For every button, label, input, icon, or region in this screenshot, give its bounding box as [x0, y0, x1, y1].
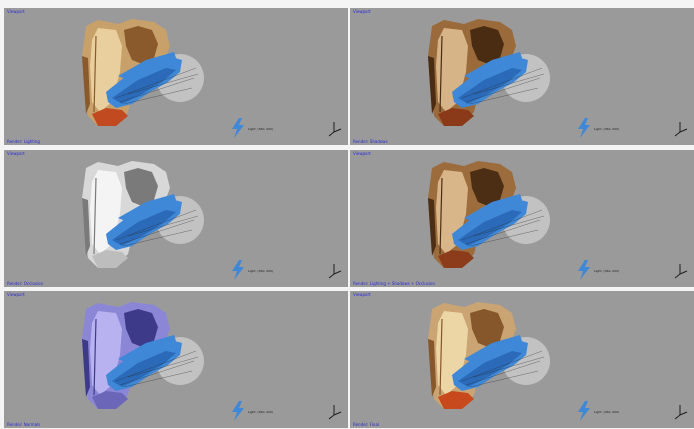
viewport-status: Render: Occlusion — [7, 281, 44, 286]
axis-gizmo-icon[interactable] — [326, 403, 344, 421]
axis-gizmo-icon[interactable] — [672, 262, 690, 280]
viewport-status: Render: Lighting + Shadows + Occlusion — [353, 281, 435, 286]
lightning-light-icon[interactable] — [576, 118, 592, 138]
lightning-light-icon[interactable] — [230, 118, 246, 138]
viewport-2[interactable]: Viewport Light: (360, 000) Render: Shado… — [350, 8, 694, 145]
lightning-light-icon[interactable] — [230, 260, 246, 280]
scan-model[interactable] — [76, 299, 216, 417]
light-coordinates: Light: (360, 000) — [248, 127, 274, 131]
scan-model[interactable] — [422, 158, 562, 276]
axis-gizmo-icon[interactable] — [672, 403, 690, 421]
lightning-light-icon[interactable] — [230, 401, 246, 421]
scan-model[interactable] — [76, 158, 216, 276]
viewport-title: Viewport — [7, 151, 25, 156]
viewport-1[interactable]: Viewport Light: (360, 000) Render: Light… — [4, 8, 348, 145]
light-coordinates: Light: (360, 000) — [594, 269, 620, 273]
viewport-5[interactable]: Viewport Light: (360, 000) Render: Norma… — [4, 291, 348, 428]
viewport-status: Render: Lighting — [7, 139, 40, 144]
lightning-light-icon[interactable] — [576, 401, 592, 421]
viewport-grid: Viewport Light: (360, 000) Render: Light… — [0, 0, 694, 429]
viewport-4[interactable]: Viewport Light: (360, 000) Render: Light… — [350, 150, 694, 287]
viewport-status: Render: Normals — [7, 422, 41, 427]
viewport-status: Render: Shadows — [353, 139, 388, 144]
viewport-title: Viewport — [7, 292, 25, 297]
axis-gizmo-icon[interactable] — [326, 120, 344, 138]
scan-model[interactable] — [422, 299, 562, 417]
viewport-6[interactable]: Viewport Light: (360, 000) Render: Final — [350, 291, 694, 428]
viewport-title: Viewport — [353, 292, 371, 297]
scan-model[interactable] — [76, 16, 216, 134]
viewport-title: Viewport — [353, 9, 371, 14]
viewport-title: Viewport — [353, 151, 371, 156]
viewport-status: Render: Final — [353, 422, 380, 427]
scan-model[interactable] — [422, 16, 562, 134]
viewport-title: Viewport — [7, 9, 25, 14]
light-coordinates: Light: (360, 000) — [594, 410, 620, 414]
axis-gizmo-icon[interactable] — [672, 120, 690, 138]
light-coordinates: Light: (360, 000) — [248, 410, 274, 414]
viewport-3[interactable]: Viewport Light: (360, 000) Render: Occlu… — [4, 150, 348, 287]
light-coordinates: Light: (360, 000) — [248, 269, 274, 273]
axis-gizmo-icon[interactable] — [326, 262, 344, 280]
light-coordinates: Light: (360, 000) — [594, 127, 620, 131]
lightning-light-icon[interactable] — [576, 260, 592, 280]
